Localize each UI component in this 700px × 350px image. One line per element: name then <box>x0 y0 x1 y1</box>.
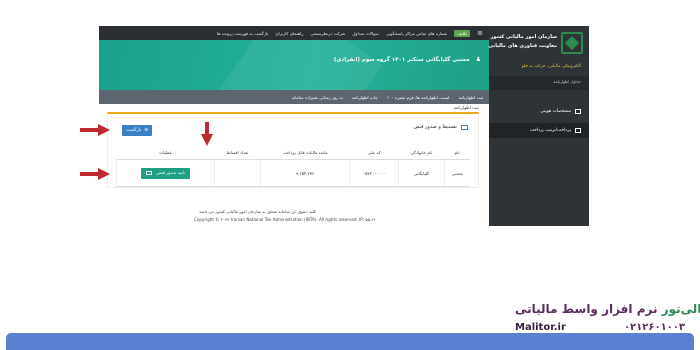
credit-card-icon <box>575 128 581 133</box>
back-button[interactable]: بازگشت ⊕ <box>122 125 152 136</box>
col-actions: عملیات <box>116 146 215 160</box>
card-icon <box>146 171 153 175</box>
user-name-text: مجتبی گلپایگانی ستکنر ۱۴۰۱ گروه سوم (انف… <box>333 57 470 63</box>
cell-first-name: مجتبی <box>443 159 470 187</box>
panel-title: تقسیط و صدور قبض <box>413 124 468 130</box>
tax-portal-window: بازگشت به فهرست پرونده ها راهنمای کاربرا… <box>99 26 589 226</box>
top-link-contact-numbers[interactable]: شماره های تماس مراکز پاسخگویی <box>386 31 447 36</box>
sidebar-item-label: پرداخت/ترتیب پرداخت <box>529 128 571 133</box>
cell-national-code: ۰۵۲۲۰۰۰۰۰۰ <box>349 159 399 187</box>
hamburger-menu-icon[interactable]: ≡ <box>477 29 483 37</box>
installment-panel: تقسیط و صدور قبض بازگشت ⊕ نام نام خانواد… <box>107 112 479 188</box>
user-header: مجتبی گلپایگانی ستکنر ۱۴۰۱ گروه سوم (انف… <box>334 56 481 63</box>
top-link-faq[interactable]: سوالات متداول <box>352 31 378 36</box>
emblem-icon <box>561 32 583 54</box>
toolbar-update-system[interactable]: به روز رسانی تغییرات سامانه <box>292 95 343 100</box>
arrow-left-circle-icon: ⊕ <box>144 128 148 133</box>
arrow-right-icon <box>80 124 110 136</box>
org-name-line1: سازمان امور مالیاتی کشور <box>490 34 557 40</box>
brand-phone: ۰۲۱۲۶۰۱۰۰۳ <box>623 322 685 333</box>
top-link-return-files[interactable]: بازگشت به فهرست پرونده ها <box>217 31 268 36</box>
sidebar-item-payment[interactable]: پرداخت/ترتیب پرداخت <box>489 123 589 138</box>
top-link-user-guide[interactable]: راهنمای کاربران <box>275 31 303 36</box>
sidebar-section-label: جداول اظهارنامه <box>553 79 581 84</box>
cell-last-name: گلپایگانی <box>398 159 445 187</box>
card-icon <box>461 124 468 130</box>
assignment-badge[interactable]: تکلیف <box>454 29 471 37</box>
confirm-issue-bill-button[interactable]: تایید صدور قبض <box>141 167 191 179</box>
brand-name: مالی‌تور نرم افزار واسط مالیاتی <box>515 302 700 316</box>
breadcrumb-text: ثبت اظهارنامه <box>453 106 479 111</box>
col-first-name: نام <box>444 146 470 160</box>
arrow-right-icon <box>80 168 110 180</box>
panel-title-text: تقسیط و صدور قبض <box>413 124 457 130</box>
confirm-issue-bill-label: تایید صدور قبض <box>156 170 186 176</box>
toolbar-print-return[interactable]: چاپ اظهارنامه <box>352 95 378 100</box>
bottom-bar <box>6 333 694 350</box>
cell-installment-count[interactable] <box>214 159 261 187</box>
arrow-down-icon <box>201 122 213 146</box>
id-card-icon <box>575 109 581 114</box>
header-banner: مجتبی گلپایگانی ستکنر ۱۴۰۱ گروه سوم (انف… <box>99 40 489 90</box>
sidebar: سازمان امور مالیاتی کشور معاونت فناوری ه… <box>488 26 589 226</box>
user-icon: ♟ <box>475 56 481 63</box>
cell-tax-balance: ۹,۶۵۴,۲۷۶ <box>259 159 350 187</box>
col-installment-count: تعداد اقساط <box>214 146 261 160</box>
col-tax-balance: مانده مالیات قابل پرداخت <box>260 146 350 160</box>
footer-rights: کلیه حقوق این سامانه متعلق به سازمان امو… <box>199 209 316 214</box>
cell-actions: تایید صدور قبض <box>115 159 215 187</box>
org-logo: سازمان امور مالیاتی کشور معاونت فناوری ه… <box>488 26 589 76</box>
sidebar-item-identity[interactable]: مشخصات هویتی <box>489 104 589 119</box>
table-row: مجتبی گلپایگانی ۰۵۲۲۰۰۰۰۰۰ ۹,۶۵۴,۲۷۶ تای… <box>115 159 470 187</box>
top-bar: بازگشت به فهرست پرونده ها راهنمای کاربرا… <box>99 26 489 40</box>
toolbar-returns-list[interactable]: لیست اظهارنامه ها، فرم تبصره ۱۰۰ <box>387 95 450 100</box>
sidebar-item-label: مشخصات هویتی <box>540 109 571 114</box>
installment-table: نام نام خانوادگی کد ملی مانده مالیات قاب… <box>115 146 470 187</box>
brand-site: Malitor.ir <box>515 322 566 333</box>
col-national-code: کد ملی <box>349 146 399 160</box>
top-link-survey[interactable]: شرکت درنظرسنجی <box>310 31 345 36</box>
col-last-name: نام خانوادگی <box>398 146 445 160</box>
toolbar: به روز رسانی تغییرات سامانه چاپ اظهارنام… <box>99 90 489 104</box>
footer-copyright: Copyright © ۲۰۲۳ Iranian National Tax Ad… <box>194 217 376 222</box>
org-name-line2: معاونت فناوری های مالیاتی <box>488 43 557 49</box>
toolbar-submit-return[interactable]: ثبت اظهارنامه <box>458 95 483 100</box>
back-button-label: بازگشت <box>126 128 142 133</box>
org-slogan: الکترونیکی مالیاتی، حرکت به جلو <box>521 64 581 69</box>
